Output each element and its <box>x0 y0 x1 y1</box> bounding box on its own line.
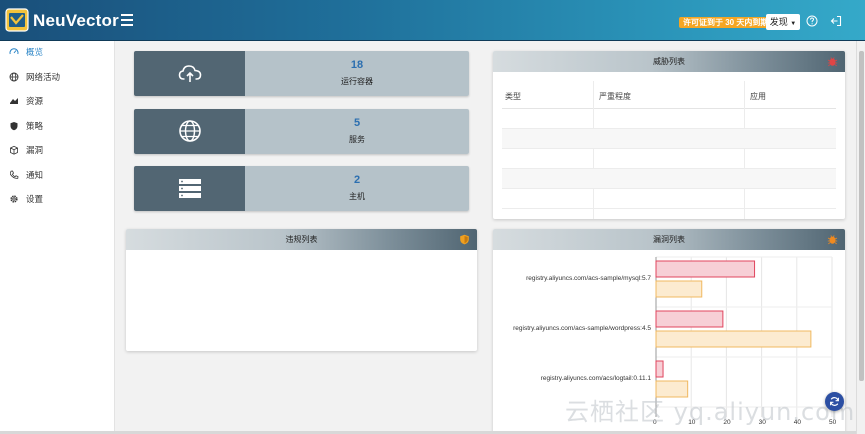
chart-bar[interactable] <box>655 360 664 378</box>
caret-down-icon: ▼ <box>790 21 797 27</box>
table-row <box>502 149 836 169</box>
refresh-icon <box>830 397 839 406</box>
stat-label: 主机 <box>349 192 365 201</box>
dashboard-icon <box>9 48 19 55</box>
stat-card-running-containers[interactable]: 18 运行容器 <box>134 51 469 96</box>
sidebar-item-notifications[interactable]: 通知 <box>0 165 115 185</box>
sidebar-item-overview[interactable]: 概览 <box>0 42 115 62</box>
column-header-application[interactable]: 应用 <box>750 91 766 102</box>
phone-icon <box>10 170 19 179</box>
stat-value: 18 <box>350 59 364 71</box>
stat-card-hosts[interactable]: 2 主机 <box>134 166 469 211</box>
sidebar-item-settings[interactable]: 设置 <box>0 189 115 209</box>
gear-icon <box>10 195 18 203</box>
logout-icon[interactable] <box>830 15 842 27</box>
column-header-severity[interactable]: 严重程度 <box>599 91 631 102</box>
chart-bar[interactable] <box>655 310 724 328</box>
stat-value: 2 <box>353 174 361 186</box>
sidebar-item-label: 策略 <box>26 121 44 131</box>
globe-icon <box>9 72 19 82</box>
chart-bar[interactable] <box>655 330 812 348</box>
table-row <box>502 129 836 149</box>
watermark: 云栖社区 yq.aliyun.com <box>565 398 856 426</box>
panel-title: 违规列表 <box>285 235 318 244</box>
panel-header: 违规列表 <box>126 229 477 250</box>
page-scrollbar[interactable] <box>856 41 865 434</box>
sidebar-item-policy[interactable]: 策略 <box>0 116 115 136</box>
globe-icon <box>179 120 201 142</box>
violations-panel: 违规列表 <box>126 229 477 351</box>
column-header-type[interactable]: 类型 <box>505 91 521 102</box>
threats-table-header: 类型 严重程度 应用 <box>502 81 836 109</box>
sidebar-item-vulnerabilities[interactable]: 漏洞 <box>0 140 115 160</box>
sidebar: 概览 网络活动 资源 策略 漏洞 通知 设置 <box>0 41 115 434</box>
cloud-upload-icon <box>178 65 202 82</box>
chart-bar[interactable] <box>655 260 756 278</box>
scrollbar-thumb[interactable] <box>859 51 864 381</box>
sidebar-item-network-activity[interactable]: 网络活动 <box>0 67 115 87</box>
neuvector-logo-icon[interactable] <box>5 8 29 32</box>
sidebar-item-label: 资源 <box>26 96 44 106</box>
table-row <box>502 169 836 189</box>
sidebar-item-label: 网络活动 <box>26 72 61 82</box>
sidebar-item-label: 漏洞 <box>26 145 44 155</box>
chart-bar[interactable] <box>655 280 703 298</box>
brand-name: NeuVector <box>33 11 119 30</box>
server-icon <box>179 179 201 198</box>
license-expiry-badge: 许可证到于 30 天内到期! <box>679 17 776 28</box>
table-row <box>502 189 836 209</box>
shield-warning-icon <box>460 234 469 245</box>
shield-icon <box>10 122 18 131</box>
help-icon[interactable] <box>806 15 818 27</box>
panel-title: 威胁列表 <box>653 57 685 66</box>
stat-label: 运行容器 <box>341 77 373 86</box>
discover-dropdown-button[interactable]: 发现 ▼ <box>766 14 800 30</box>
table-row <box>502 109 836 129</box>
stat-label: 服务 <box>349 135 365 144</box>
category-label: registry.aliyuncs.com/acs-sample/mysql:5… <box>526 275 651 282</box>
resources-icon <box>10 98 18 104</box>
bug-icon <box>827 57 838 67</box>
sidebar-item-label: 设置 <box>26 194 44 204</box>
discover-label: 发现 <box>769 17 788 27</box>
top-bar: NeuVector 许可证到于 30 天内到期! 发现 ▼ <box>0 0 865 41</box>
sidebar-item-label: 概览 <box>26 47 44 57</box>
category-label: registry.aliyuncs.com/acs/logtail:0.11.1 <box>540 375 651 382</box>
box-icon <box>10 145 18 155</box>
threats-panel: 威胁列表 类型 严重程度 应用 <box>493 51 845 219</box>
sidebar-item-label: 通知 <box>26 170 44 180</box>
refresh-button[interactable] <box>825 392 844 411</box>
sidebar-item-resources[interactable]: 资源 <box>0 91 115 111</box>
category-label: registry.aliyuncs.com/acs-sample/wordpre… <box>513 325 651 332</box>
stat-card-services[interactable]: 5 服务 <box>134 109 469 154</box>
panel-header: 威胁列表 <box>493 51 845 72</box>
stat-value: 5 <box>353 117 361 129</box>
menu-toggle-icon[interactable] <box>121 14 133 26</box>
